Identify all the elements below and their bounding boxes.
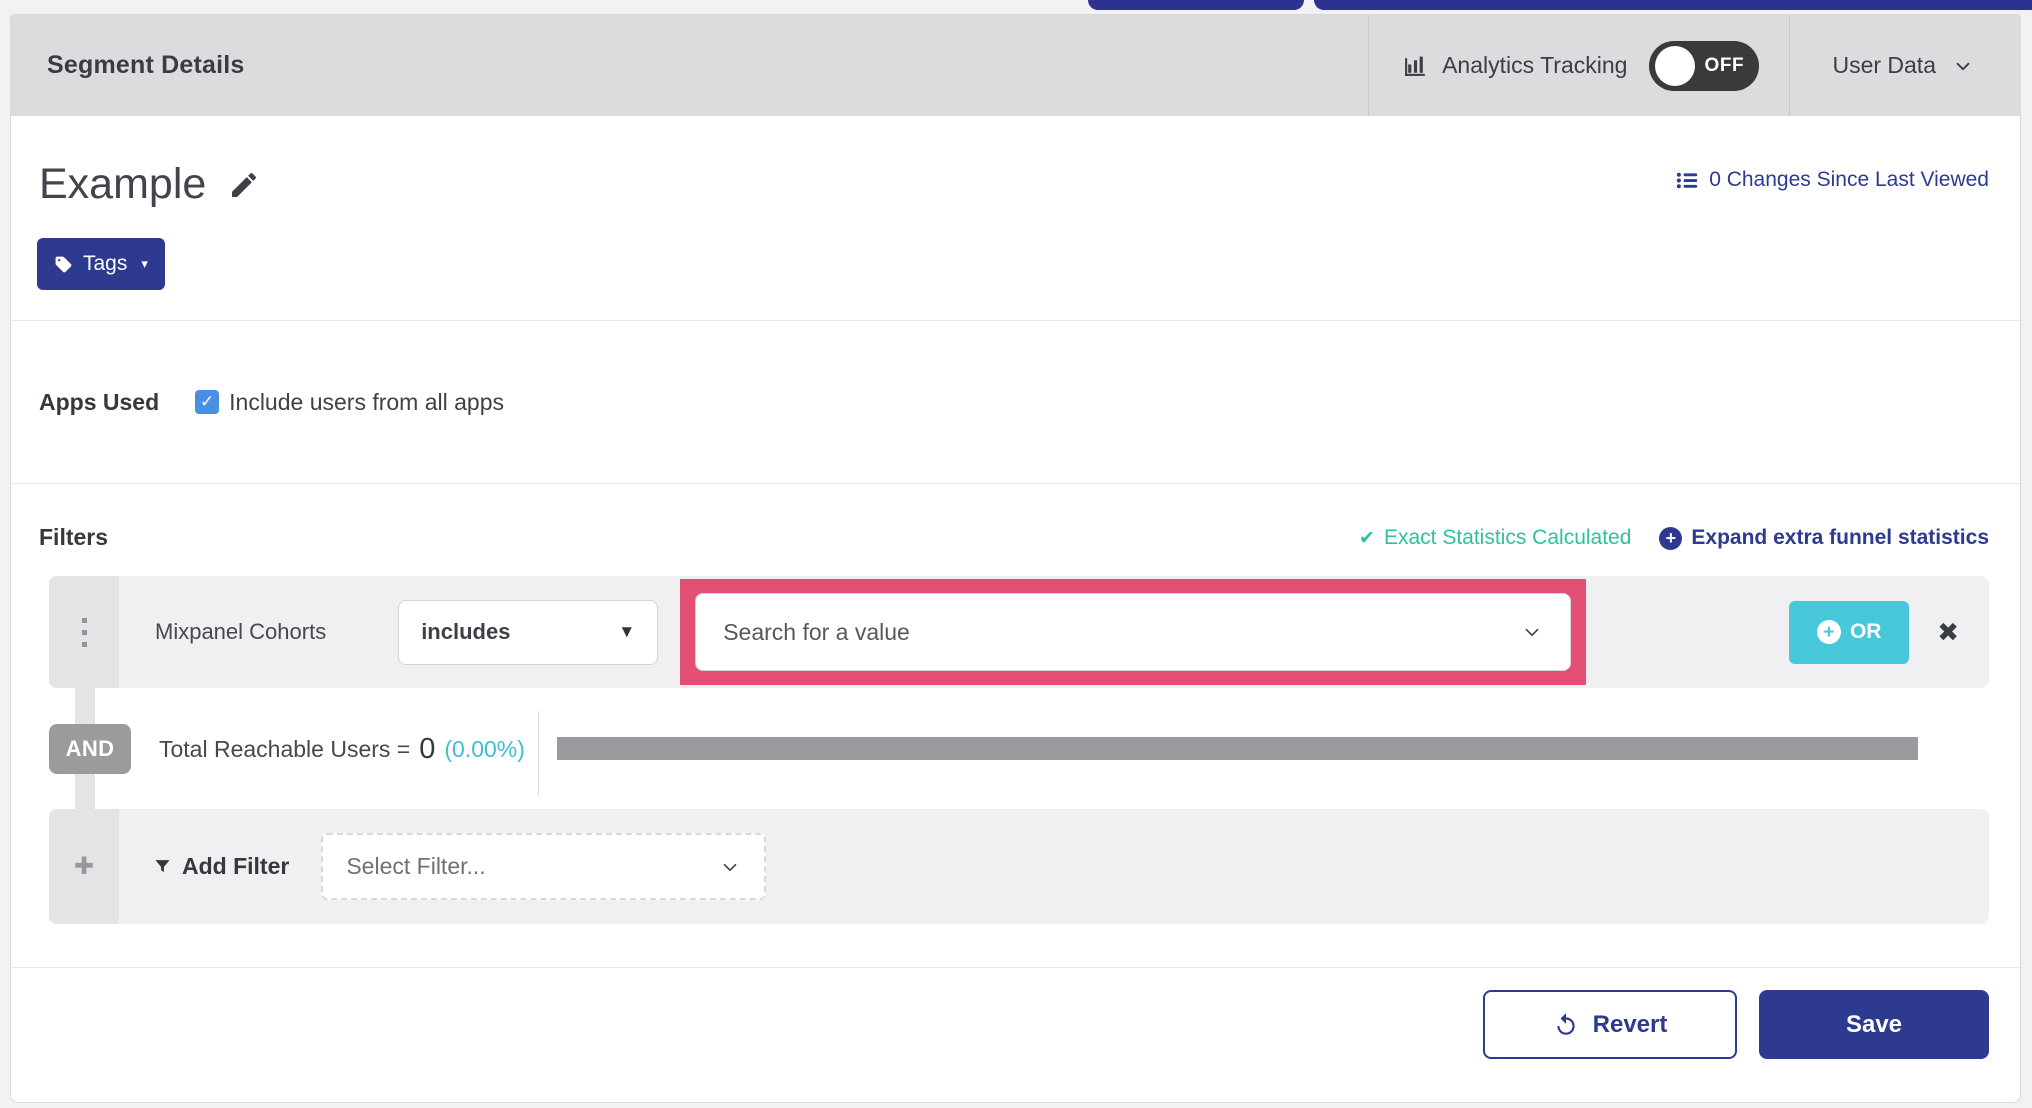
total-reachable-percent: (0.00%) — [444, 735, 525, 762]
or-button-label: OR — [1849, 620, 1882, 643]
check-icon: ✔ — [1359, 527, 1375, 549]
page-title: Segment Details — [47, 51, 245, 79]
plus-circle-icon: + — [1816, 620, 1841, 644]
tags-button[interactable]: Tags ▾ — [37, 238, 165, 290]
caret-down-icon: ▾ — [141, 256, 148, 271]
add-filter-row: ✚ Add Filter Select Filter... — [49, 809, 1989, 924]
chevron-down-icon — [1521, 621, 1543, 643]
revert-button[interactable]: Revert — [1483, 990, 1737, 1059]
funnel-icon — [153, 857, 172, 876]
filters-section: Filters ✔ Exact Statistics Calculated + … — [11, 484, 2020, 968]
drag-handle[interactable] — [49, 576, 119, 688]
panel-header: Segment Details Analytics Tracking OFF U… — [11, 15, 2020, 116]
list-icon — [1676, 169, 1699, 192]
bar-chart-icon — [1403, 53, 1428, 78]
analytics-tracking-label: Analytics Tracking — [1442, 52, 1628, 78]
drag-dot — [81, 617, 87, 623]
top-tab-fragment-left[interactable] — [1088, 0, 1304, 10]
toggle-knob — [1655, 45, 1696, 86]
plus-icon: ✚ — [73, 852, 95, 880]
chevron-down-icon — [1952, 55, 1974, 77]
select-filter-placeholder: Select Filter... — [346, 853, 486, 879]
drag-dot — [81, 629, 87, 635]
operator-value: includes — [421, 619, 511, 644]
analytics-tracking-section: Analytics Tracking OFF — [1368, 15, 1789, 116]
filters-title: Filters — [39, 524, 109, 550]
filter-field-label: Mixpanel Cohorts — [155, 619, 327, 644]
apps-used-section: Apps Used ✓ Include users from all apps — [11, 321, 2020, 484]
value-search-select[interactable]: Search for a value — [695, 593, 1572, 671]
expand-funnel-statistics-label: Expand extra funnel statistics — [1691, 526, 1989, 549]
exact-statistics-label: Exact Statistics Calculated — [1383, 526, 1632, 549]
changes-since-last-viewed-link[interactable]: 0 Changes Since Last Viewed — [1676, 168, 1989, 192]
reach-progress-bar — [557, 737, 1918, 760]
user-data-label: User Data — [1832, 52, 1936, 78]
include-all-apps-label: Include users from all apps — [229, 388, 504, 415]
chevron-down-icon — [719, 856, 741, 878]
filter-row: Mixpanel Cohorts includes ▼ Search for a… — [49, 576, 1989, 688]
remove-filter-icon[interactable]: ✖ — [1937, 617, 1959, 648]
add-filter-strip[interactable]: ✚ — [49, 809, 119, 924]
edit-pencil-icon[interactable] — [228, 169, 260, 201]
analytics-tracking-toggle[interactable]: OFF — [1649, 40, 1760, 91]
plus-circle-icon: + — [1659, 526, 1683, 550]
toggle-state-label: OFF — [1704, 54, 1745, 76]
tag-icon — [54, 255, 73, 274]
caret-down-icon: ▼ — [618, 622, 636, 641]
vertical-divider — [538, 711, 539, 796]
value-select-placeholder: Search for a value — [723, 618, 910, 645]
footer-actions: Revert Save — [11, 968, 2020, 1102]
save-button-label: Save — [1845, 1010, 1903, 1038]
expand-funnel-statistics-link[interactable]: + Expand extra funnel statistics — [1659, 526, 1989, 550]
changes-link-label: 0 Changes Since Last Viewed — [1709, 168, 1989, 191]
check-icon: ✓ — [200, 392, 215, 411]
segment-name-section: Example 0 Changes Since Last Viewed Tags… — [11, 116, 2020, 321]
segment-name: Example — [39, 160, 207, 208]
top-tab-fragment-right[interactable] — [1314, 0, 2032, 10]
total-reachable-value: 0 — [419, 732, 436, 765]
segment-details-panel: Segment Details Analytics Tracking OFF U… — [10, 14, 2021, 1103]
tags-button-label: Tags — [83, 252, 128, 275]
user-data-dropdown[interactable]: User Data — [1789, 15, 2020, 116]
save-button[interactable]: Save — [1759, 990, 1989, 1059]
revert-button-label: Revert — [1592, 1010, 1668, 1038]
operator-select[interactable]: includes ▼ — [398, 599, 659, 665]
total-reachable-label: Total Reachable Users = — [159, 735, 411, 762]
total-reachable-users: Total Reachable Users = 0 (0.00%) — [159, 731, 525, 767]
drag-dot — [81, 641, 87, 647]
and-badge: AND — [49, 724, 131, 774]
apps-used-label: Apps Used — [39, 388, 160, 415]
revert-icon — [1553, 1012, 1579, 1038]
exact-statistics-status: ✔ Exact Statistics Calculated — [1359, 526, 1631, 550]
add-or-condition-button[interactable]: + OR — [1789, 600, 1910, 664]
highlight-box: Search for a value — [680, 579, 1587, 685]
add-filter-label: Add Filter — [182, 853, 290, 879]
select-filter-dropdown[interactable]: Select Filter... — [321, 833, 767, 900]
include-all-apps-checkbox[interactable]: ✓ — [195, 390, 220, 414]
